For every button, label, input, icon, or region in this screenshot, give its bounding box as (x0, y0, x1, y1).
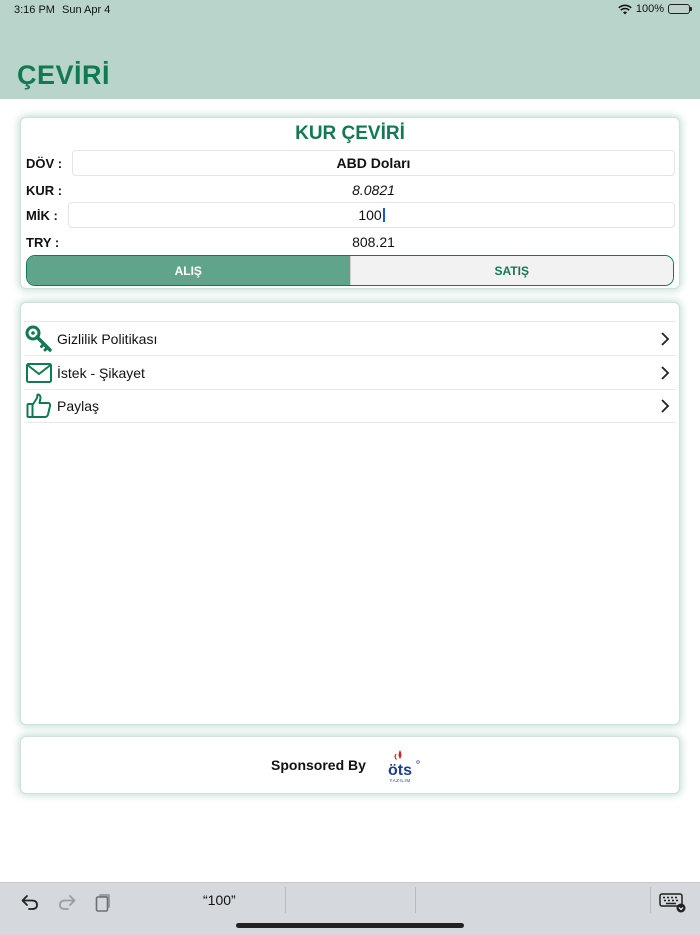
text-cursor (382, 208, 385, 222)
suggestion-divider (650, 887, 651, 913)
menu-item-privacy-policy[interactable]: Gizlilik Politikası (24, 321, 676, 355)
chevron-right-icon (661, 399, 670, 413)
amount-label: MİK : (26, 208, 58, 223)
menu-item-label: Paylaş (57, 398, 100, 414)
sponsor-logo[interactable]: öts YAZILIM (376, 746, 424, 784)
status-indicators: 100% (618, 3, 692, 15)
rate-label: KUR : (26, 183, 63, 198)
key-icon (25, 325, 53, 353)
chevron-right-icon (661, 331, 670, 346)
suggestion-divider (285, 887, 286, 913)
logo-text: öts (388, 762, 412, 779)
menu-card: Gizlilik Politikası İstek - Şikayet Payl… (21, 303, 679, 724)
nav-header: 3:16 PM Sun Apr 4 100% ÇEVİRİ (0, 0, 700, 99)
wifi-icon (618, 4, 632, 14)
result-label: TRY : (26, 235, 60, 250)
segment-buy[interactable]: ALIŞ (27, 256, 350, 285)
menu-item-label: Gizlilik Politikası (57, 330, 158, 347)
menu-item-request-complaint[interactable]: İstek - Şikayet (24, 355, 676, 389)
envelope-icon (25, 359, 53, 387)
page-title: ÇEVİRİ (17, 60, 111, 90)
status-date: Sun Apr 4 (62, 4, 111, 16)
undo-icon[interactable] (19, 891, 41, 913)
currency-value: ABD Doları (336, 155, 411, 171)
redo-icon[interactable] (56, 891, 78, 913)
home-indicator (236, 923, 464, 928)
segment-sell[interactable]: SATIŞ (349, 256, 673, 285)
autocorrect-suggestion[interactable]: “100” (203, 892, 236, 908)
suggestion-divider (415, 887, 416, 913)
rate-value: 8.0821 (352, 182, 395, 198)
currency-label: DÖV : (26, 156, 63, 171)
battery-percent: 100% (635, 3, 664, 15)
keyboard-shortcut-bar: “100” (0, 882, 700, 935)
sponsor-text: Sponsored By (271, 757, 366, 773)
currency-select[interactable]: ABD Doları (72, 150, 675, 176)
result-value: 808.21 (352, 234, 395, 250)
amount-input[interactable]: 100 (68, 202, 675, 228)
paste-icon[interactable] (93, 891, 115, 913)
converter-card: KUR ÇEVİRİ DÖV : ABD Doları KUR : 8.0821… (21, 118, 679, 288)
keyboard-icon[interactable] (659, 891, 687, 913)
sponsor-card: Sponsored By öts YAZILIM (21, 737, 679, 793)
logo-subtext: YAZILIM (389, 778, 410, 783)
buy-sell-segmented-control: ALIŞ SATIŞ (26, 255, 674, 286)
converter-title: KUR ÇEVİRİ (295, 123, 405, 144)
amount-value: 100 (358, 207, 382, 223)
chevron-right-icon (661, 365, 670, 380)
menu-item-label: İstek - Şikayet (57, 364, 145, 381)
battery-icon (668, 4, 692, 14)
thumbs-up-icon (25, 392, 53, 420)
status-time: 3:16 PM (14, 4, 55, 16)
menu-item-share[interactable]: Paylaş (24, 389, 676, 423)
